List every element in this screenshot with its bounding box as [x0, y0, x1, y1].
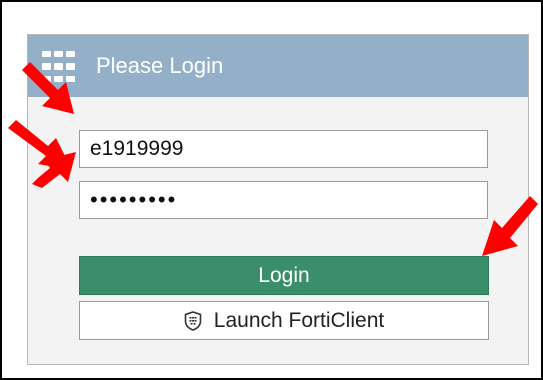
login-button-label: Login — [258, 263, 310, 287]
launch-forticlient-button[interactable]: Launch FortiClient — [79, 301, 489, 340]
login-panel: Please Login Login — [27, 34, 529, 365]
login-button[interactable]: Login — [79, 256, 489, 295]
red-arrow-icon — [22, 62, 74, 114]
forticlient-shield-icon — [184, 310, 202, 331]
screenshot-frame: Please Login Login — [0, 0, 543, 380]
username-field[interactable] — [79, 130, 488, 168]
red-arrow-icon — [32, 152, 76, 188]
panel-header: Please Login — [28, 35, 528, 97]
red-arrow-icon — [482, 196, 538, 256]
panel-title: Please Login — [96, 53, 224, 78]
password-field[interactable] — [79, 181, 488, 219]
launch-forticlient-label: Launch FortiClient — [213, 308, 385, 332]
